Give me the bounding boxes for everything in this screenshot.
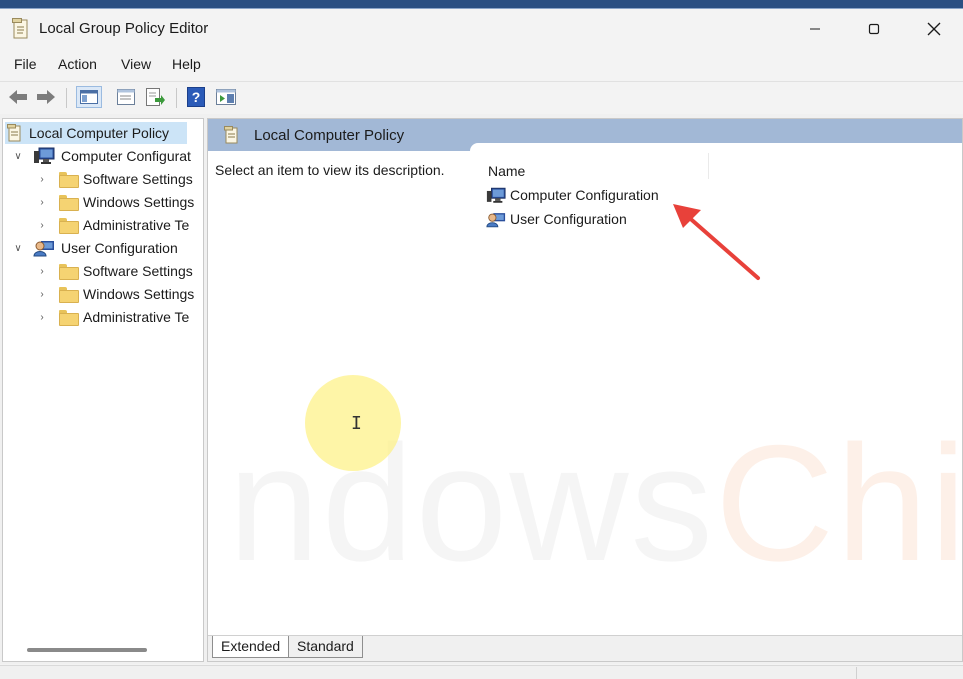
folder-icon <box>59 310 79 326</box>
chevron-right-icon[interactable]: › <box>37 220 47 231</box>
chevron-right-icon[interactable]: › <box>37 174 47 185</box>
action-pane-icon <box>216 89 236 105</box>
show-action-pane-button[interactable] <box>214 86 238 108</box>
column-header-name[interactable]: Name <box>488 163 525 179</box>
tree-item-user-administrative-templates[interactable]: › Administrative Te <box>3 306 203 328</box>
tree-item-computer-configuration[interactable]: ∨ Computer Configurat <box>3 145 203 167</box>
app-window: Local Group Policy Editor File Action Vi… <box>0 8 963 679</box>
client-area: Local Computer Policy ∨ Computer Configu… <box>0 114 963 664</box>
annotation-arrow-icon <box>673 204 760 280</box>
tree-item-label: Software Settings <box>83 171 193 187</box>
policy-document-icon <box>7 124 21 142</box>
list-area-corner <box>470 143 962 153</box>
close-button[interactable] <box>911 13 957 45</box>
close-icon <box>927 22 941 36</box>
properties-icon <box>117 89 135 105</box>
computer-icon <box>34 147 55 164</box>
details-pane: ndowsChimp Local Computer Policy Select … <box>207 118 963 662</box>
folder-icon <box>59 218 79 234</box>
forward-arrow-icon <box>37 90 55 104</box>
menu-bar: File Action View Help <box>0 53 963 79</box>
tab-standard[interactable]: Standard <box>288 636 363 658</box>
tree-item-computer-software-settings[interactable]: › Software Settings <box>3 168 203 190</box>
help-button[interactable]: ? <box>184 86 208 108</box>
chevron-right-icon[interactable]: › <box>37 266 47 277</box>
menu-action[interactable]: Action <box>58 56 97 72</box>
details-header-title: Local Computer Policy <box>254 127 405 144</box>
window-title: Local Group Policy Editor <box>39 20 209 37</box>
column-divider[interactable] <box>708 153 709 179</box>
tree-item-label: Software Settings <box>83 263 193 279</box>
status-bar <box>0 665 963 679</box>
status-bar-divider <box>856 667 857 679</box>
tree-item-label: Windows Settings <box>83 286 195 302</box>
console-tree-icon <box>80 90 98 104</box>
tree-item-label: Administrative Te <box>83 217 190 233</box>
minimize-icon <box>810 28 820 30</box>
folder-icon <box>59 172 79 188</box>
export-list-button[interactable] <box>144 86 168 108</box>
tree-item-label: Local Computer Policy <box>29 125 170 141</box>
title-bar: Local Group Policy Editor <box>0 9 963 49</box>
user-icon <box>486 212 506 227</box>
policy-document-icon <box>224 126 238 144</box>
tree-item-user-configuration[interactable]: ∨ User Configuration <box>3 237 203 259</box>
computer-icon <box>486 187 506 203</box>
svg-text:?: ? <box>192 89 201 105</box>
toolbar: ? <box>0 81 963 111</box>
folder-icon <box>59 264 79 280</box>
back-button[interactable] <box>6 86 30 108</box>
toolbar-separator <box>66 88 67 108</box>
list-item-label: Computer Configuration <box>510 187 659 203</box>
tree-item-label: User Configuration <box>61 240 178 256</box>
chevron-down-icon[interactable]: ∨ <box>13 243 23 254</box>
help-icon: ? <box>187 87 205 107</box>
tree-item-computer-windows-settings[interactable]: › Windows Settings <box>3 191 203 213</box>
folder-icon <box>59 195 79 211</box>
tree-item-local-computer-policy[interactable]: Local Computer Policy <box>5 122 187 144</box>
user-icon <box>33 241 54 257</box>
toolbar-separator <box>176 88 177 108</box>
list-item-user-configuration[interactable]: User Configuration <box>486 208 627 230</box>
policy-document-icon <box>12 18 28 39</box>
properties-button[interactable] <box>114 86 138 108</box>
tree-item-label: Computer Configurat <box>61 148 191 164</box>
forward-button[interactable] <box>34 86 58 108</box>
folder-icon <box>59 287 79 303</box>
chevron-right-icon[interactable]: › <box>37 312 47 323</box>
menu-view[interactable]: View <box>121 56 151 72</box>
list-item-label: User Configuration <box>510 211 627 227</box>
tree-item-user-windows-settings[interactable]: › Windows Settings <box>3 283 203 305</box>
chevron-right-icon[interactable]: › <box>37 197 47 208</box>
tree-item-label: Windows Settings <box>83 194 195 210</box>
back-arrow-icon <box>9 90 27 104</box>
chevron-right-icon[interactable]: › <box>37 289 47 300</box>
text-cursor-icon: I <box>351 413 362 434</box>
menu-help[interactable]: Help <box>172 56 201 72</box>
menu-file[interactable]: File <box>14 56 37 72</box>
description-text: Select an item to view its description. <box>215 162 445 178</box>
chevron-down-icon[interactable]: ∨ <box>13 151 23 162</box>
watermark-part: ndows <box>228 411 715 595</box>
tree-item-computer-administrative-templates[interactable]: › Administrative Te <box>3 214 203 236</box>
tab-extended[interactable]: Extended <box>212 636 290 658</box>
minimize-button[interactable] <box>792 13 838 45</box>
console-tree-pane: Local Computer Policy ∨ Computer Configu… <box>2 118 204 662</box>
watermark-part: Chimp <box>714 411 962 595</box>
list-item-computer-configuration[interactable]: Computer Configuration <box>486 184 659 206</box>
view-tabs: Extended Standard <box>208 635 962 661</box>
horizontal-scrollbar[interactable] <box>27 648 147 652</box>
export-list-icon <box>146 88 165 106</box>
maximize-icon <box>868 23 880 35</box>
tree-item-label: Administrative Te <box>83 309 190 325</box>
tree-item-user-software-settings[interactable]: › Software Settings <box>3 260 203 282</box>
maximize-button[interactable] <box>851 13 897 45</box>
show-hide-console-tree-button[interactable] <box>76 86 102 108</box>
